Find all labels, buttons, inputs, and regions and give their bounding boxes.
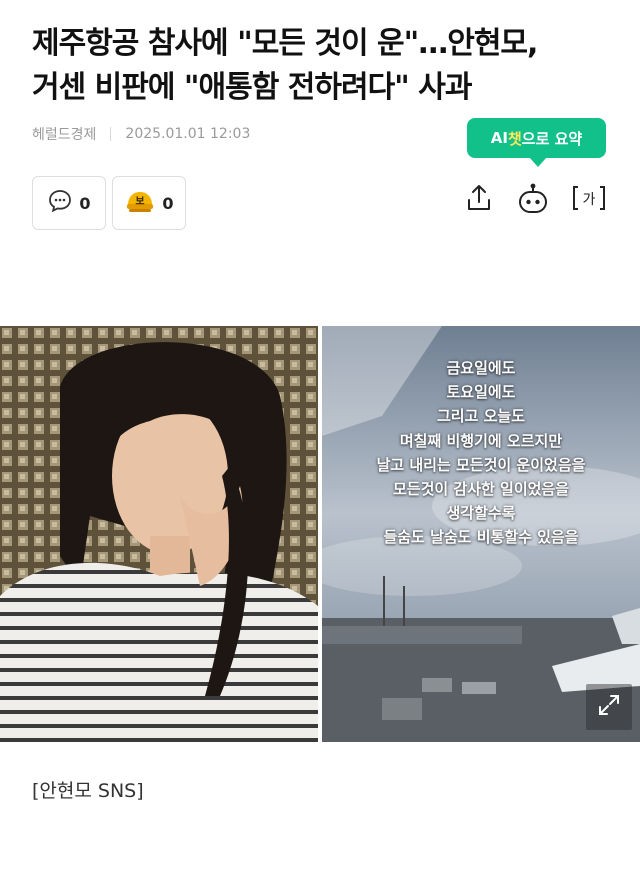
comment-count: 0	[79, 193, 91, 213]
sns-line: 모든것이 감사한 일이었음을	[392, 480, 570, 499]
ai-pill-tail	[529, 157, 547, 167]
source-name[interactable]: 헤럴드경제	[32, 124, 96, 144]
expand-icon	[596, 692, 622, 722]
article-photo-portrait	[0, 326, 318, 742]
svg-text:보: 보	[136, 196, 145, 208]
reaction-button[interactable]: 보 0	[112, 176, 186, 230]
sns-line: 토요일에도	[446, 383, 516, 402]
ai-label: AI	[490, 129, 508, 147]
article-meta: 헤럴드경제 2025.01.01 12:03	[32, 124, 250, 144]
share-icon	[465, 183, 493, 217]
sns-line: 생각할수록	[446, 504, 516, 523]
headline-line-2: 거센 비판에 "애통함 전하려다" 사과	[32, 70, 472, 105]
ai-bot-icon	[516, 181, 550, 219]
publish-datetime: 2025.01.01 12:03	[125, 126, 251, 142]
font-size-icon: 가	[572, 183, 606, 217]
font-size-button[interactable]: 가	[572, 180, 606, 220]
ai-summary-button[interactable]: AI 챗 으로 요약	[467, 118, 606, 167]
share-button[interactable]	[462, 180, 496, 220]
meta-divider	[110, 127, 112, 141]
svg-text:가: 가	[583, 192, 596, 208]
ai-label-suffix: 으로 요약	[521, 129, 583, 148]
headline-line-1: 제주항공 참사에 "모든 것이 운"…안현모,	[32, 26, 538, 61]
reaction-count: 0	[162, 193, 174, 213]
sns-line: 며칠째 비행기에 오르지만	[399, 431, 563, 450]
sns-line: 그리고 오늘도	[436, 407, 526, 426]
sns-line: 들숨도 날숨도 비통할수 있음을	[383, 528, 579, 547]
ai-bot-button[interactable]	[516, 180, 550, 220]
article-photo-sns-post: 금요일에도 토요일에도 그리고 오늘도 며칠째 비행기에 오르지만 날고 내리는…	[322, 326, 640, 742]
comment-icon	[47, 188, 73, 218]
comment-button[interactable]: 0	[32, 176, 106, 230]
ai-label-highlight: 챗	[507, 129, 522, 148]
expand-image-button[interactable]	[586, 684, 632, 730]
photo-caption: [안현모 SNS]	[32, 780, 144, 802]
sns-post-text: 금요일에도 토요일에도 그리고 오늘도 며칠째 비행기에 오르지만 날고 내리는…	[322, 356, 640, 550]
reaction-icon: 보	[124, 187, 156, 219]
sns-line: 날고 내리는 모든것이 운이었음을	[376, 455, 586, 474]
article-headline: 제주항공 참사에 "모든 것이 운"…안현모, 거센 비판에 "애통함 전하려다…	[32, 22, 612, 110]
sns-line: 금요일에도	[446, 359, 516, 377]
